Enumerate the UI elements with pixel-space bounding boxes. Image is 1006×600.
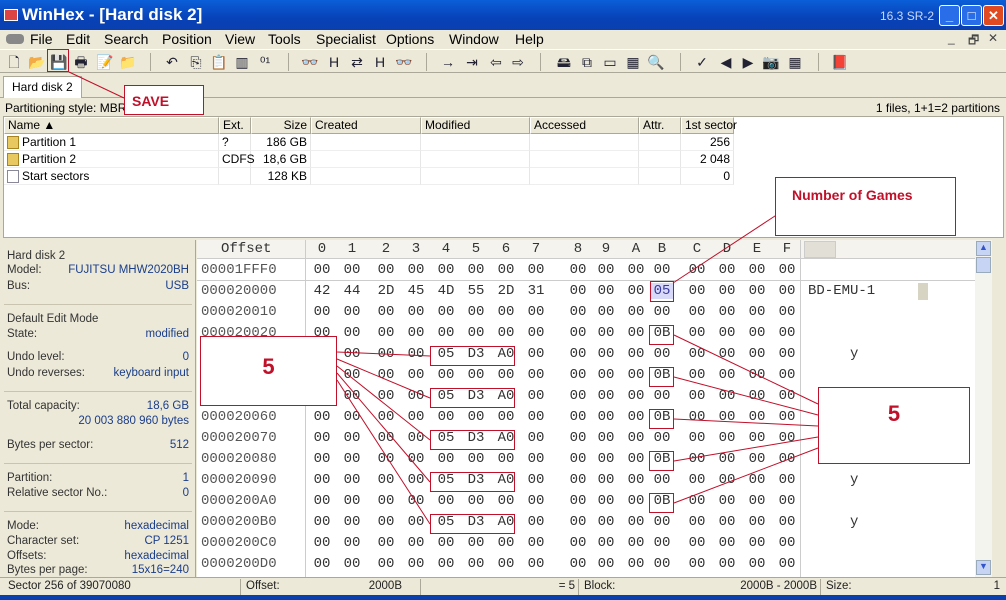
- annotation-line: [672, 213, 779, 284]
- games-count-highlight: [650, 281, 674, 302]
- divider: [240, 579, 241, 595]
- signature-highlight: [430, 472, 515, 492]
- status-bar: Sector 256 of 39070080 Offset: 2000B = 5…: [0, 577, 1006, 595]
- save-highlight-box: [47, 49, 69, 72]
- game-entry-highlight: [649, 367, 674, 387]
- signature-highlight: [430, 514, 515, 534]
- game-entry-highlight: [649, 493, 674, 513]
- block-label: Block:: [584, 580, 616, 592]
- annotation-line: [336, 365, 431, 441]
- divider: [820, 579, 821, 595]
- number-of-games-annotation: Number of Games: [775, 177, 956, 236]
- save-annotation: SAVE: [124, 85, 204, 115]
- offset-value: 2000B: [368, 580, 402, 592]
- annotation-line: [673, 436, 819, 462]
- annotation-line: [673, 447, 819, 504]
- annotation-line: [336, 351, 431, 357]
- annotation-line: [673, 334, 819, 405]
- annotation-line: [336, 372, 431, 483]
- signature-highlight: [430, 388, 515, 408]
- game-entry-highlight: [649, 325, 674, 345]
- game-entry-highlight: [649, 451, 674, 471]
- size-label: Size:: [826, 580, 852, 592]
- annotation-line: [673, 376, 819, 416]
- divider: [420, 579, 421, 595]
- sector-status: Sector 256 of 39070080: [8, 580, 131, 592]
- block-value: 2000B - 2000B: [740, 580, 817, 592]
- annotation-line: [336, 379, 431, 525]
- size-value: 1: [993, 580, 1000, 592]
- annotation-line: [673, 418, 819, 427]
- signature-highlight: [430, 346, 515, 366]
- annotation-line: [336, 358, 431, 399]
- byte-value: = 5: [558, 580, 575, 592]
- offset-label: Offset:: [246, 580, 280, 592]
- taskbar: [0, 595, 1006, 600]
- count-annotation-right: 5: [818, 387, 970, 464]
- divider: [578, 579, 579, 595]
- signature-highlight: [430, 430, 515, 450]
- annotation-line: [68, 71, 125, 99]
- count-annotation-left: 5: [200, 336, 337, 406]
- game-entry-highlight: [649, 409, 674, 429]
